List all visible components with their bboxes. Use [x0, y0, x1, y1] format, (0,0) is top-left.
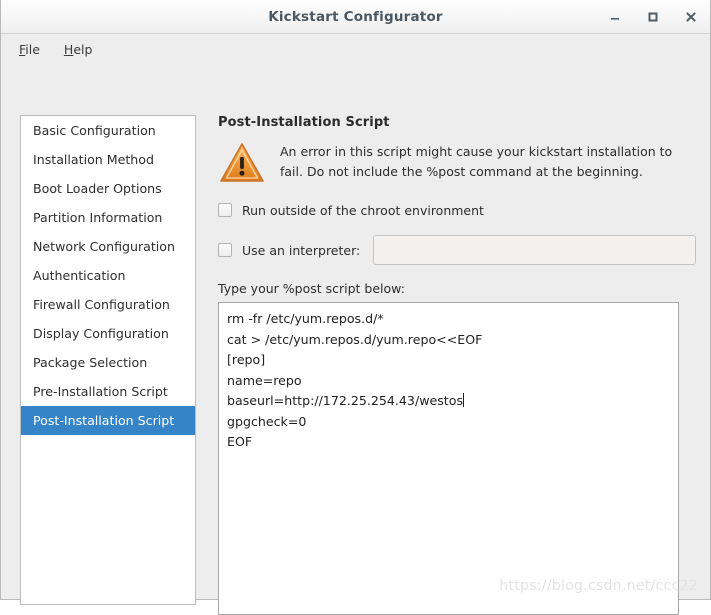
sidebar-item-post-installation-script[interactable]: Post-Installation Script — [21, 406, 195, 435]
chroot-checkbox-row[interactable]: Run outside of the chroot environment — [218, 199, 696, 221]
menu-help-mnemonic: H — [64, 42, 73, 57]
sidebar-item-installation-method[interactable]: Installation Method — [21, 145, 195, 174]
sidebar-item-package-selection[interactable]: Package Selection — [21, 348, 195, 377]
close-icon[interactable] — [680, 6, 702, 28]
sidebar-item-boot-loader-options[interactable]: Boot Loader Options — [21, 174, 195, 203]
application-window: Kickstart Configurator File Help Basic C… — [0, 0, 711, 600]
menu-help-rest: elp — [73, 42, 92, 57]
script-text-after-caret: gpgcheck=0 EOF — [227, 414, 306, 450]
interpreter-checkbox-label: Use an interpreter: — [242, 243, 360, 258]
script-text-content: rm -fr /etc/yum.repos.d/* cat > /etc/yum… — [219, 303, 678, 459]
window-title: Kickstart Configurator — [268, 9, 443, 25]
sidebar-item-pre-installation-script[interactable]: Pre-Installation Script — [21, 377, 195, 406]
interpreter-input[interactable] — [373, 235, 696, 265]
watermark-text: https://blog.csdn.net/ccc22 — [499, 578, 698, 594]
sidebar-item-network-configuration[interactable]: Network Configuration — [21, 232, 195, 261]
minimize-icon[interactable] — [604, 6, 626, 28]
warning-triangle-icon — [218, 141, 266, 185]
interpreter-checkbox[interactable] — [218, 243, 232, 257]
sidebar-item-authentication[interactable]: Authentication — [21, 261, 195, 290]
text-cursor — [463, 393, 464, 407]
chroot-checkbox[interactable] — [218, 203, 232, 217]
title-bar: Kickstart Configurator — [1, 0, 710, 34]
sidebar-item-display-configuration[interactable]: Display Configuration — [21, 319, 195, 348]
warning-text: An error in this script might cause your… — [280, 140, 696, 182]
window-controls — [604, 0, 702, 34]
menu-file-rest: ile — [25, 42, 40, 57]
interpreter-row: Use an interpreter: — [218, 235, 696, 265]
content-pane: Post-Installation Script — [218, 115, 696, 613]
sidebar-item-basic-configuration[interactable]: Basic Configuration — [21, 116, 195, 145]
warning-banner: An error in this script might cause your… — [218, 140, 696, 185]
script-text-before-caret: rm -fr /etc/yum.repos.d/* cat > /etc/yum… — [227, 311, 482, 408]
sidebar-item-firewall-configuration[interactable]: Firewall Configuration — [21, 290, 195, 319]
interpreter-checkbox-group[interactable]: Use an interpreter: — [218, 243, 373, 258]
maximize-icon[interactable] — [642, 6, 664, 28]
script-textarea[interactable]: rm -fr /etc/yum.repos.d/* cat > /etc/yum… — [218, 302, 679, 615]
window-body: Basic Configuration Installation Method … — [1, 64, 710, 599]
menu-help[interactable]: Help — [56, 39, 101, 60]
chroot-checkbox-label: Run outside of the chroot environment — [242, 203, 484, 218]
menu-file[interactable]: File — [11, 39, 48, 60]
section-list[interactable]: Basic Configuration Installation Method … — [20, 115, 196, 605]
page-title: Post-Installation Script — [218, 115, 696, 130]
menu-bar: File Help — [1, 34, 710, 64]
sidebar-item-partition-information[interactable]: Partition Information — [21, 203, 195, 232]
script-area-label: Type your %post script below: — [218, 281, 696, 296]
